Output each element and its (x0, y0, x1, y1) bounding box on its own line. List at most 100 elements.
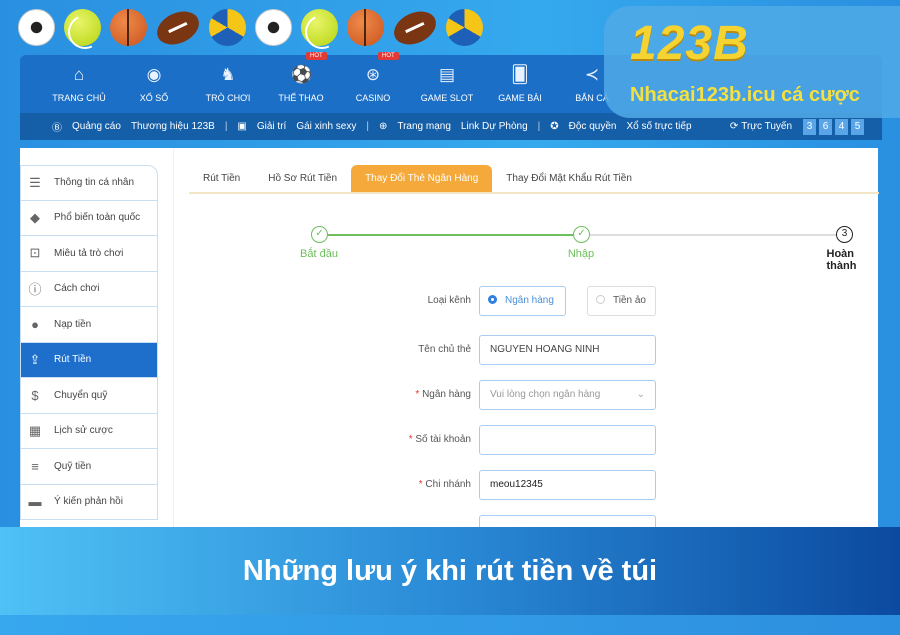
sidebar-item-8[interactable]: ≡ Quỹ tiền (20, 449, 158, 485)
step-label: Bắt đầu (300, 248, 338, 260)
nav-item-2[interactable]: ♞ TRÒ CHƠI (191, 55, 265, 103)
account-number-input[interactable] (479, 425, 656, 455)
divider: | (224, 121, 228, 132)
basketball-icon (347, 9, 384, 46)
volleyball-icon (209, 9, 246, 46)
football-icon (388, 5, 442, 51)
logo-mark: 123B (630, 17, 749, 70)
tab-0[interactable]: Rút Tiền (189, 165, 254, 192)
nav-label: GAME BÀI (498, 93, 542, 103)
tab-bar: Rút Tiền Hồ Sơ Rút Tiền Thay Đổi Thẻ Ngân … (189, 165, 879, 194)
nav-item-6[interactable]: 🂠 GAME BÀI (483, 55, 557, 103)
divider: | (366, 121, 369, 132)
decorative-balls (18, 5, 483, 51)
sidebar-item-label: Phổ biến toàn quốc (54, 212, 141, 224)
sidebar-item-5[interactable]: ⇪ Rút Tiền (20, 342, 158, 378)
check-icon: ✓ (311, 226, 328, 243)
hot-badge: HOT (306, 52, 327, 60)
fund-icon: ≡ (31, 458, 39, 474)
ads-link[interactable]: Thương hiệu 123B (131, 121, 215, 132)
tab-3[interactable]: Thay Đổi Mật Khẩu Rút Tiền (492, 165, 646, 192)
step-line-pending (590, 234, 844, 236)
ads-icon: Ⓑ (52, 123, 62, 134)
user-info-icon: ☰ (29, 174, 41, 190)
sidebar-item-2[interactable]: ⊡ Miêu tả trò chơi (20, 236, 158, 272)
progress-stepper: ✓ ✓ 3 Bắt đầu Nhập Hoàn thành (174, 226, 879, 272)
sidebar-item-9[interactable]: ▬ Ý kiến phản hồi (20, 484, 158, 520)
sidebar-item-label: Lịch sử cược (54, 425, 113, 437)
branch-input[interactable]: meou12345 (479, 470, 656, 500)
nav-label: GAME SLOT (420, 93, 474, 103)
chat-icon: ▬ (28, 494, 42, 510)
slot-machine-icon: ▤ (438, 65, 456, 84)
sidebar-item-3[interactable]: ⓘ Cách chơi (20, 271, 158, 307)
radio-checked-icon (488, 295, 497, 304)
nav-item-3[interactable]: ⚽ THỂ THAO HOT (264, 52, 338, 103)
chess-knight-icon: ♞ (220, 65, 236, 84)
backup-link[interactable]: Link Dự Phòng (461, 121, 528, 132)
hot-badge: HOT (378, 52, 399, 60)
cards-icon: 🂠 (511, 65, 529, 84)
sidebar-item-1[interactable]: ◆ Phổ biến toàn quốc (20, 200, 158, 236)
nav-label: THỂ THAO (278, 93, 324, 103)
holder-label: Tên chủ thẻ (418, 344, 471, 355)
check-icon: ✓ (573, 226, 590, 243)
online-digit: 6 (819, 118, 832, 135)
nav-item-4[interactable]: ⊛ CASINO HOT (336, 52, 410, 103)
step-line-done (328, 234, 582, 236)
nav-label: CASINO (355, 93, 391, 103)
sidebar-item-label: Cách chơi (54, 283, 100, 295)
account-label: * Số tài khoản (408, 434, 471, 445)
sidebar-item-label: Rút Tiền (54, 354, 92, 366)
sidebar-item-7[interactable]: ▦ Lịch sử cược (20, 413, 158, 449)
step-label: Hoàn thành (826, 248, 857, 272)
online-digit: 3 (803, 118, 816, 135)
refresh-icon: ⟳ (729, 121, 739, 132)
bank-row: * Ngân hàng Vui lòng chọn ngân hàng ⌄ (174, 380, 879, 410)
tab-1[interactable]: Hồ Sơ Rút Tiền (254, 165, 351, 192)
nav-label: TRÒ CHƠI (205, 93, 251, 103)
logo-subtitle: Nhacai123b.icu cá cược (630, 84, 860, 106)
sidebar-item-label: Quỹ tiền (54, 460, 92, 472)
online-label: Trực Tuyến (741, 121, 792, 132)
step-number: 3 (836, 226, 853, 243)
roulette-icon: ⊛ (365, 65, 381, 84)
nav-label: TRANG CHỦ (52, 93, 106, 103)
holder-name-input[interactable]: NGUYEN HOANG NINH (479, 335, 656, 365)
medal-icon: ✪ (550, 121, 559, 132)
website-label: Trang mạng (397, 121, 451, 132)
radio-bank[interactable]: Ngân hàng (479, 286, 566, 316)
nav-item-1[interactable]: ◉ XỔ SỐ (117, 55, 191, 103)
sidebar-item-0[interactable]: ☰ Thông tin cá nhân (20, 165, 158, 201)
exclusive-label: Độc quyền (568, 121, 617, 132)
divider: | (537, 121, 541, 132)
nav-item-0[interactable]: ⌂ TRANG CHỦ (42, 55, 116, 103)
dollar-circle-icon: $ (31, 387, 39, 403)
basketball-icon (110, 9, 147, 46)
radio-crypto[interactable]: Tiền ảo (587, 286, 656, 316)
info-icon: ⓘ (28, 282, 42, 298)
live-lottery-link[interactable]: Xổ số trực tiếp (626, 121, 691, 132)
lottery-ball-icon: ◉ (146, 65, 162, 84)
diamond-icon: ◆ (30, 209, 40, 225)
nav-item-5[interactable]: ▤ GAME SLOT (410, 55, 484, 103)
entertainment-link[interactable]: Gái xinh sexy (296, 121, 356, 132)
account-panel: ☰ Thông tin cá nhân ◆ Phổ biến toàn quốc ⊡ Mi… (20, 148, 879, 545)
sidebar-item-6[interactable]: $ Chuyển quỹ (20, 378, 158, 414)
step-label: Nhập (567, 248, 595, 260)
radio-label: Ngân hàng (505, 295, 554, 306)
brand-logo: 123B Nhacai123b.icu cá cược (604, 6, 900, 118)
soccer-ball-icon (18, 9, 55, 46)
clipboard-icon: ▦ (28, 422, 42, 438)
online-digit: 5 (851, 118, 864, 135)
sidebar-item-4[interactable]: ● Nạp tiền (20, 307, 158, 343)
soccer-ball-icon (255, 9, 292, 46)
bank-select[interactable]: Vui lòng chọn ngân hàng ⌄ (479, 380, 656, 410)
soccer-ball-icon: ⚽ (291, 65, 313, 84)
sidebar-item-label: Thông tin cá nhân (54, 177, 135, 189)
radio-label: Tiền ảo (613, 295, 646, 306)
tab-2[interactable]: Thay Đổi Thẻ Ngân Hàng (351, 165, 493, 192)
bottom-strip (0, 615, 900, 635)
channel-row: Loại kênh Ngân hàng Tiền ảo (174, 286, 879, 316)
label-text: Chi nhánh (425, 479, 471, 490)
